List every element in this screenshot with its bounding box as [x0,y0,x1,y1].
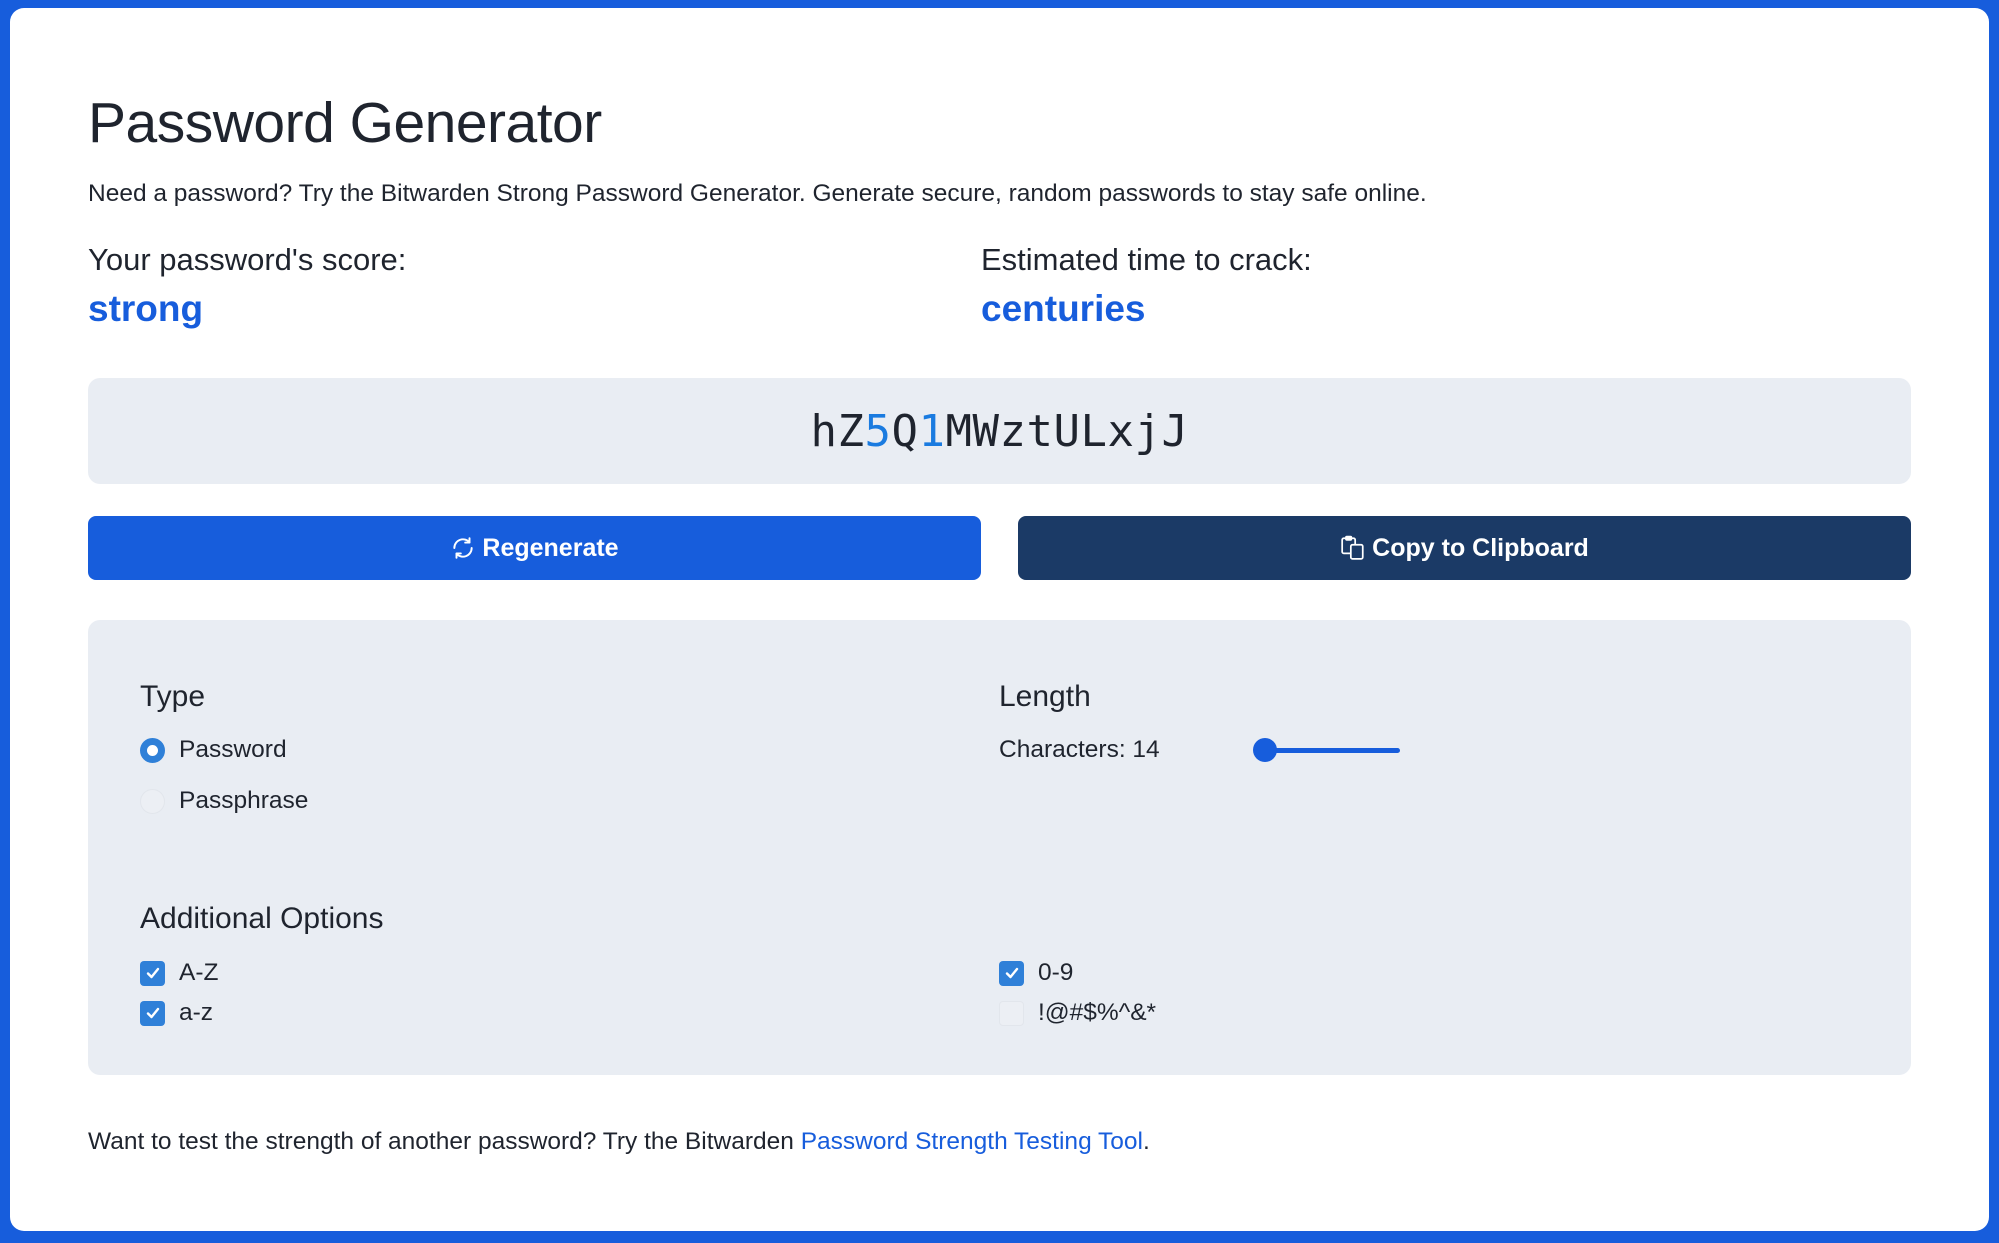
page-card: Password Generator Need a password? Try … [10,8,1989,1231]
length-slider[interactable] [1253,738,1400,764]
refresh-icon [453,537,474,559]
checkbox-label: a-z [179,999,214,1026]
footer-prefix: Want to test the strength of another pas… [88,1128,801,1155]
copy-label: Copy to Clipboard [1372,533,1589,562]
radio-passphrase[interactable]: Passphrase [140,787,308,815]
crack-time: Estimated time to crack: centuries [981,242,1312,330]
page-subtitle: Need a password? Try the Bitwarden Stron… [88,180,1427,207]
clipboard-copy-icon [1341,535,1364,560]
checkbox-label: A-Z [179,959,219,986]
slider-thumb[interactable] [1253,738,1277,762]
password-segment: Q [891,405,919,457]
footer-text: Want to test the strength of another pas… [88,1128,1150,1156]
page-title: Password Generator [88,91,602,155]
password-segment-digit: 5 [864,405,892,457]
password-segment-digit: 1 [918,405,946,457]
radio-button-selected[interactable] [140,737,165,763]
checkmark-icon [146,967,159,979]
checkbox-label: 0-9 [1038,959,1074,986]
crack-time-value: centuries [981,288,1146,329]
checkbox-checked[interactable] [140,1000,165,1026]
checkbox-numbers[interactable]: 0-9 [999,959,1073,987]
checkbox-special[interactable]: !@#$%^&* [999,999,1156,1027]
regenerate-label: Regenerate [482,533,619,562]
checkbox-lowercase[interactable]: a-z [140,999,213,1027]
score-label: Your password's score: [88,242,407,277]
score-value: strong [88,288,204,329]
radio-password[interactable]: Password [140,736,287,764]
radio-button-unselected[interactable] [140,788,165,814]
password-score: Your password's score: strong [88,242,406,330]
options-panel: Type Password Passphrase Length Characte… [88,620,1911,1075]
checkbox-unchecked[interactable] [999,1000,1024,1026]
footer-suffix: . [1143,1128,1150,1155]
radio-label: Passphrase [179,787,309,814]
checkbox-label: !@#$%^&* [1038,999,1157,1026]
characters-count: Characters: 14 [999,736,1160,764]
checkmark-icon [1005,967,1018,979]
characters-label: Characters: 14 [999,736,1160,763]
length-heading: Length [999,680,1091,713]
checkbox-uppercase[interactable]: A-Z [140,959,218,987]
crack-time-label: Estimated time to crack: [981,242,1312,277]
regenerate-button[interactable]: Regenerate [88,516,981,580]
password-segment: MWztULxjJ [945,405,1189,457]
checkbox-checked[interactable] [999,960,1024,986]
radio-label: Password [179,736,287,763]
password-strength-tool-link[interactable]: Password Strength Testing Tool [801,1128,1143,1155]
generated-password[interactable]: hZ 5 Q 1 MWztULxjJ [88,378,1911,484]
copy-to-clipboard-button[interactable]: Copy to Clipboard [1018,516,1911,580]
checkmark-icon [146,1007,159,1019]
type-heading: Type [140,680,206,713]
password-segment: hZ [810,405,865,457]
additional-options-heading: Additional Options [140,902,384,935]
checkbox-checked[interactable] [140,960,165,986]
